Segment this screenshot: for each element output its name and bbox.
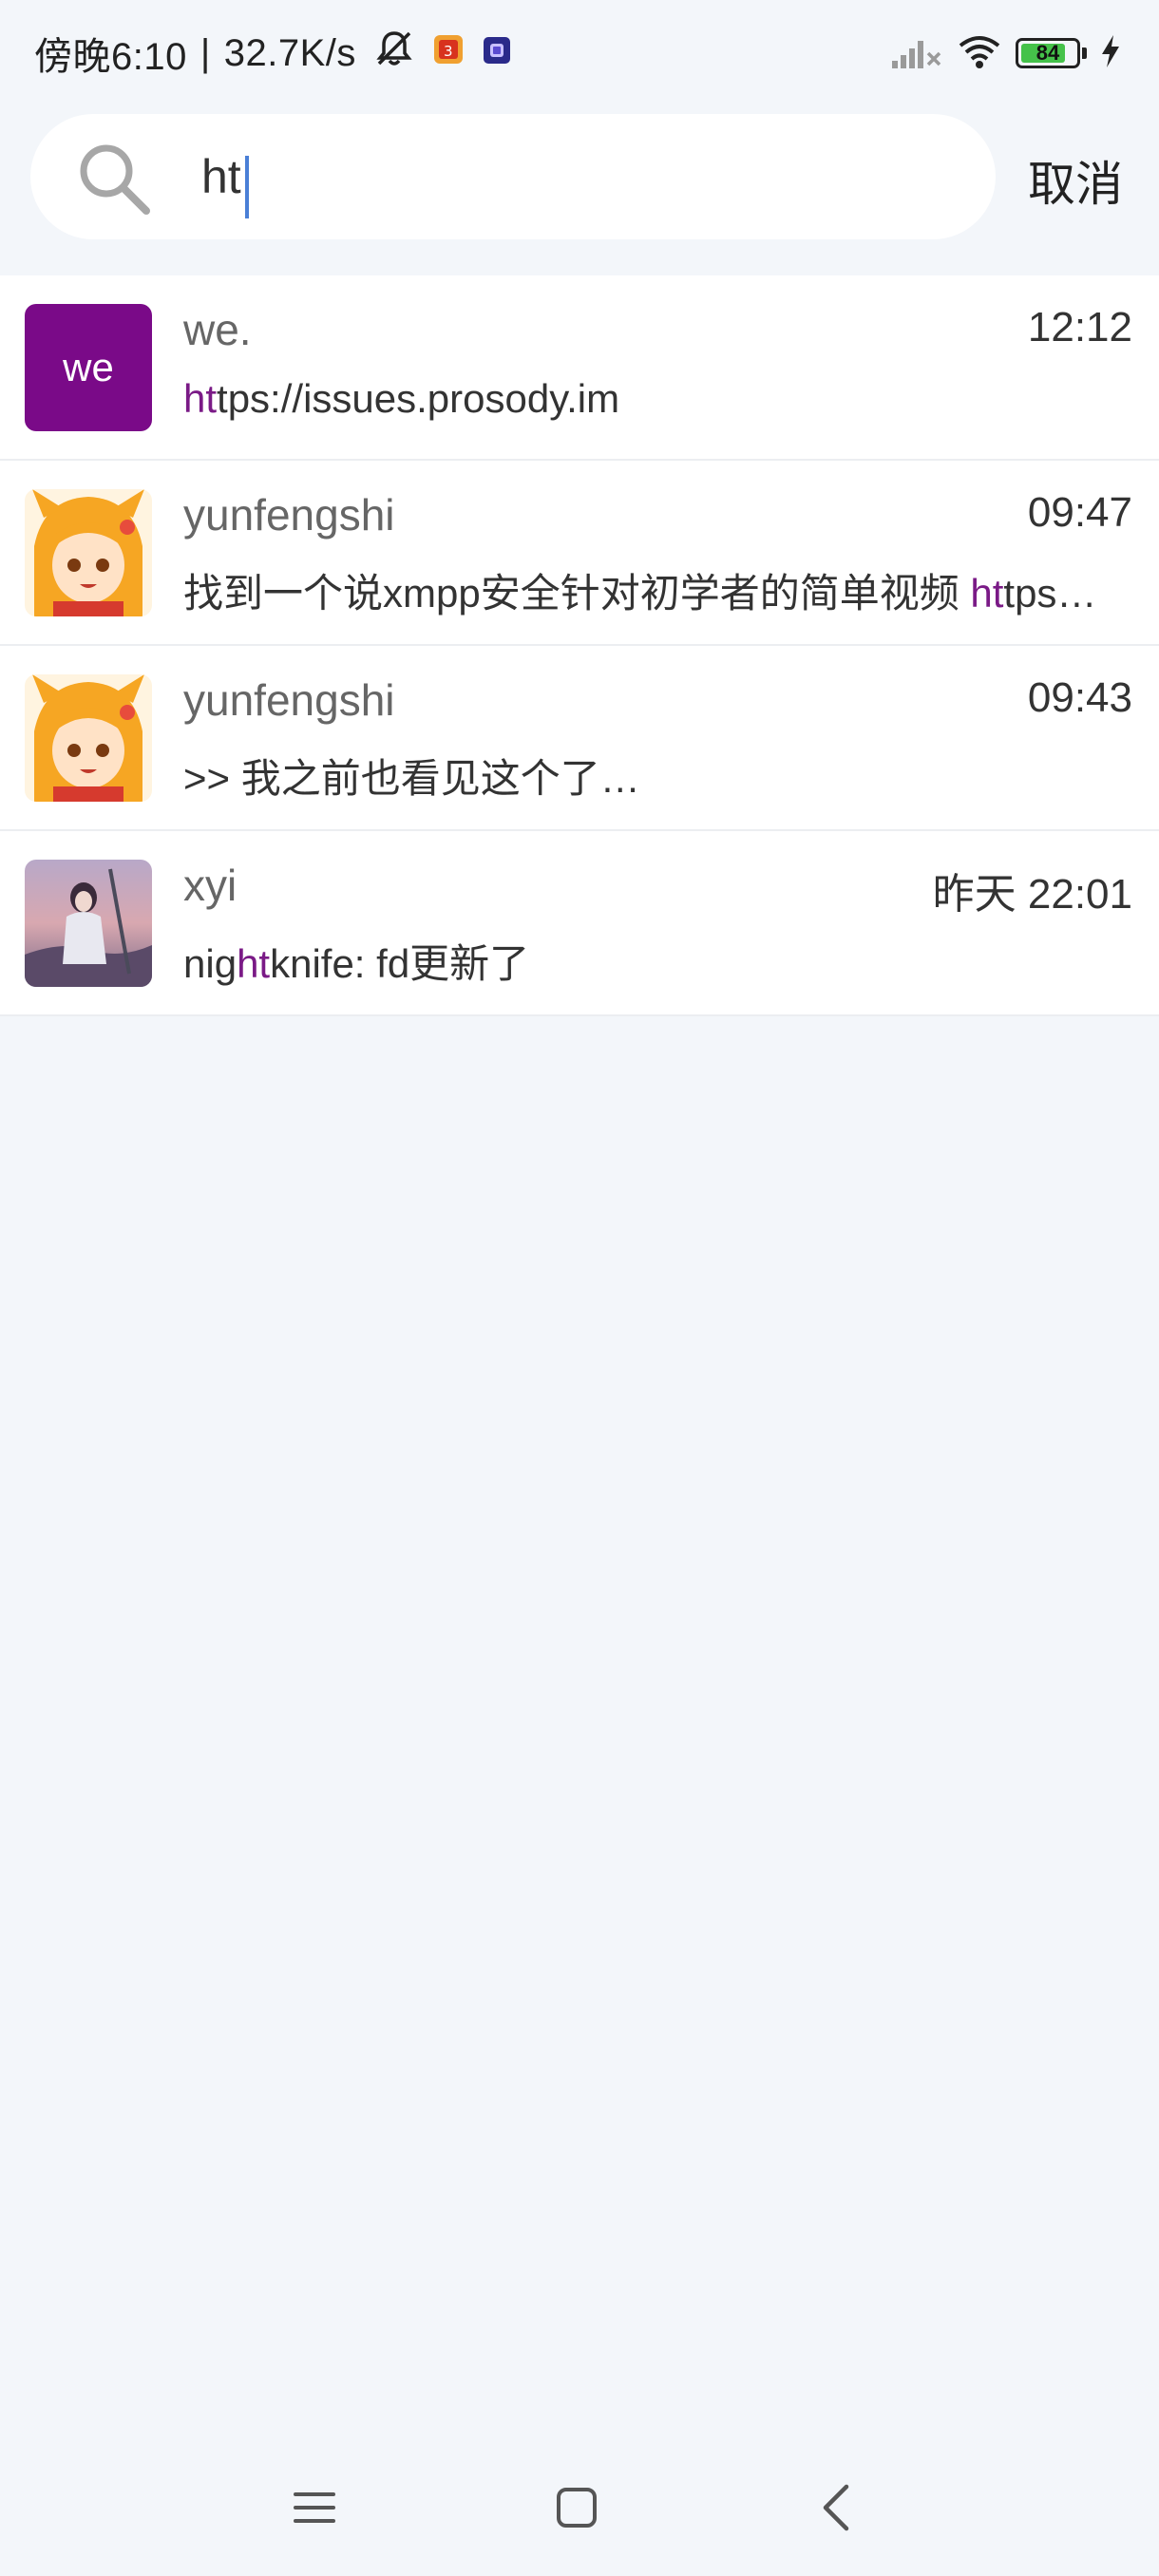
match-highlight: ht [183, 376, 218, 421]
search-box[interactable] [30, 114, 996, 239]
message-time: 昨天 22:01 [932, 871, 1132, 918]
search-icon [76, 141, 152, 217]
avatar [25, 489, 152, 616]
battery-level: 84 [1036, 41, 1060, 65]
battery-icon: 84 [1016, 38, 1080, 68]
preview-text: tps://issues.prosody.im [217, 376, 620, 421]
contact-name: we. [183, 305, 252, 354]
menu-icon[interactable] [272, 2470, 357, 2546]
match-highlight: ht [237, 941, 271, 986]
preview-text: nig [183, 941, 238, 986]
preview-text: 找到一个说xmpp安全针对初学者的简单视频 [183, 571, 971, 616]
avatar [25, 674, 152, 802]
system-nav-bar [0, 2441, 1159, 2576]
status-right: 84 [890, 28, 1121, 78]
text-caret [245, 156, 249, 218]
message-preview: nightknife: fd更新了 [183, 932, 1133, 990]
avatar-text: we [63, 345, 114, 389]
preview-text: knife: fd更新了 [270, 941, 530, 986]
app-badge-icon: 3 [432, 32, 465, 75]
net-speed: 32.7K/s [223, 31, 356, 74]
status-left: 傍晚6:10 | 32.7K/s 3 [34, 27, 512, 80]
avatar: we [25, 304, 152, 431]
wifi-icon [957, 32, 1002, 75]
bell-muted-icon [373, 28, 415, 79]
status-time: 傍晚6:10 [34, 36, 187, 78]
back-icon[interactable] [794, 2470, 880, 2546]
preview-text: tps… [1003, 571, 1097, 616]
avatar [25, 860, 152, 987]
status-bar: 傍晚6:10 | 32.7K/s 3 84 [0, 0, 1159, 104]
app-badge-icon [482, 32, 512, 75]
svg-text:3: 3 [444, 43, 453, 60]
contact-name: yunfengshi [183, 675, 395, 725]
list-item[interactable]: yunfengshi 09:47 找到一个说xmpp安全针对初学者的简单视频 h… [0, 461, 1159, 646]
cellular-signal-icon [890, 32, 943, 75]
match-highlight: ht [970, 571, 1004, 616]
search-input[interactable] [201, 142, 961, 211]
message-preview: >> 我之前也看见这个了… [183, 747, 1133, 805]
message-time: 09:47 [1027, 489, 1132, 536]
search-results-list: we we. 12:12 https://issues.prosody.im y… [0, 275, 1159, 1016]
list-item[interactable]: we we. 12:12 https://issues.prosody.im [0, 275, 1159, 461]
cancel-button[interactable]: 取消 [1028, 146, 1123, 215]
home-icon[interactable] [534, 2470, 619, 2546]
list-item[interactable]: xyi 昨天 22:01 nightknife: fd更新了 [0, 831, 1159, 1016]
message-preview: 找到一个说xmpp安全针对初学者的简单视频 https… [183, 561, 1133, 619]
contact-name: xyi [183, 861, 238, 910]
contact-name: yunfengshi [183, 490, 395, 540]
charging-icon [1100, 34, 1121, 73]
battery-tip [1082, 47, 1087, 59]
preview-text: >> 我之前也看见这个了… [183, 756, 640, 801]
message-time: 09:43 [1027, 674, 1132, 721]
status-separator: | [200, 31, 211, 74]
list-item[interactable]: yunfengshi 09:43 >> 我之前也看见这个了… [0, 646, 1159, 831]
search-header: 取消 [0, 104, 1159, 275]
message-preview: https://issues.prosody.im [183, 376, 1133, 422]
message-time: 12:12 [1027, 304, 1132, 350]
